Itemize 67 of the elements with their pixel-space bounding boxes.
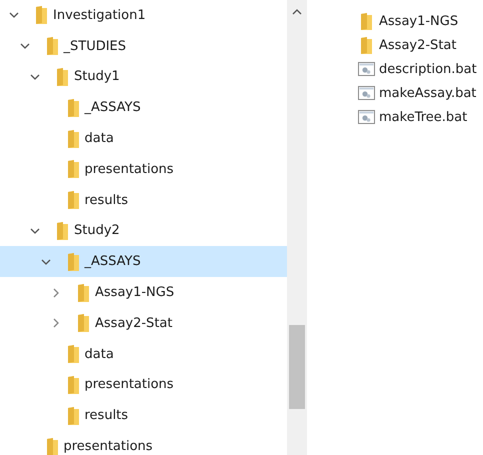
tree-item[interactable]: _ASSAYS xyxy=(0,246,287,278)
chevron-down-icon[interactable] xyxy=(20,43,30,50)
chevron-right-icon[interactable] xyxy=(53,318,59,328)
folder-icon xyxy=(68,252,78,271)
chevron-down-icon[interactable] xyxy=(9,12,19,18)
tree-item[interactable]: _ASSAYS xyxy=(0,92,287,124)
folder-name: data xyxy=(84,131,114,146)
file-name: Assay1-NGS xyxy=(379,14,458,28)
file-name: description.bat xyxy=(379,62,477,76)
tree-item[interactable]: Study2 xyxy=(0,216,287,246)
folder-name: presentations xyxy=(84,162,174,177)
folder-icon xyxy=(36,6,47,24)
tree-item[interactable]: presentations xyxy=(0,370,287,400)
folder-icon xyxy=(361,36,372,54)
folder-name: Investigation1 xyxy=(53,8,146,23)
chevron-right-icon[interactable] xyxy=(53,288,59,298)
folder-icon xyxy=(68,130,78,148)
folder-icon xyxy=(68,345,78,364)
folder-name: _STUDIES xyxy=(64,38,126,54)
folder-icon xyxy=(46,438,58,455)
folder-icon xyxy=(361,12,372,30)
folder-name: Study1 xyxy=(74,69,120,84)
folder-name: Study2 xyxy=(74,223,120,238)
tree-item[interactable]: Study1 xyxy=(0,62,287,92)
scroll-up-icon[interactable] xyxy=(292,9,302,15)
tree-item[interactable]: Investigation1 xyxy=(0,0,287,31)
folder-name: _ASSAYS xyxy=(84,254,141,270)
folder-name: Assay2-Stat xyxy=(95,316,172,331)
tree-item[interactable]: presentations xyxy=(0,431,287,455)
folder-icon xyxy=(68,160,78,178)
folder-icon xyxy=(46,37,58,56)
file-name: Assay2-Stat xyxy=(379,38,456,52)
tree-item[interactable]: results xyxy=(0,400,287,432)
tree-item[interactable]: presentations xyxy=(0,154,287,185)
folder-icon xyxy=(68,406,78,425)
file-item[interactable]: description.bat xyxy=(358,57,477,81)
folder-name: presentations xyxy=(64,439,153,454)
tree-item[interactable]: Assay2-Stat xyxy=(0,308,287,339)
scrollbar-thumb[interactable] xyxy=(289,325,305,409)
folder-name: results xyxy=(84,408,128,424)
folder-name: data xyxy=(84,346,114,362)
file-item[interactable]: Assay1-NGS xyxy=(358,9,477,33)
tree-item[interactable]: _STUDIES xyxy=(0,30,287,62)
tree-item[interactable]: Assay1-NGS xyxy=(0,277,287,308)
file-item[interactable]: makeTree.bat xyxy=(358,105,477,129)
file-item[interactable]: makeAssay.bat xyxy=(358,81,477,105)
folder-name: results xyxy=(84,192,128,208)
file-name: makeAssay.bat xyxy=(379,86,476,100)
folder-icon xyxy=(78,314,89,332)
folder-icon xyxy=(68,98,78,117)
chevron-down-icon[interactable] xyxy=(30,228,40,234)
tree-item[interactable]: data xyxy=(0,338,287,370)
scrollbar[interactable] xyxy=(287,0,307,455)
chevron-down-icon[interactable] xyxy=(40,258,50,265)
file-item[interactable]: Assay2-Stat xyxy=(358,33,477,57)
tree-item[interactable]: data xyxy=(0,123,287,154)
tree-item[interactable]: results xyxy=(0,184,287,216)
folder-icon xyxy=(68,376,78,394)
folder-icon xyxy=(57,68,68,86)
folder-name: _ASSAYS xyxy=(84,100,141,116)
folder-icon xyxy=(78,284,89,302)
folder-name: Assay1-NGS xyxy=(95,285,174,300)
folder-icon xyxy=(57,222,68,240)
chevron-down-icon[interactable] xyxy=(30,74,40,80)
folder-icon xyxy=(68,191,78,210)
folder-name: presentations xyxy=(84,377,174,392)
file-name: makeTree.bat xyxy=(379,110,468,124)
